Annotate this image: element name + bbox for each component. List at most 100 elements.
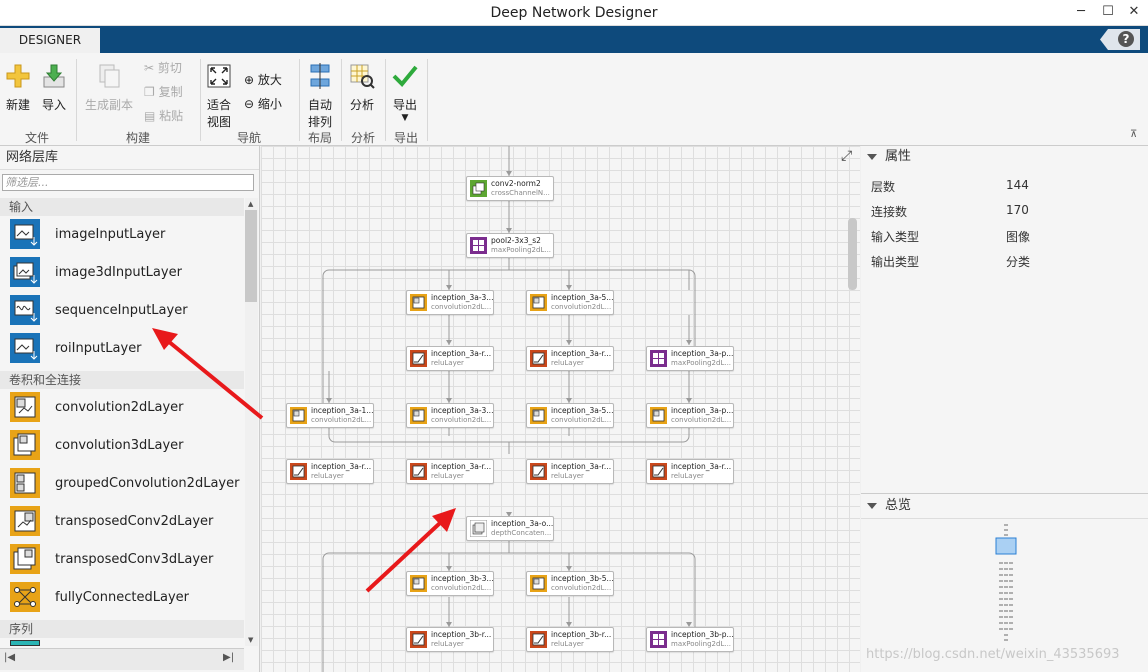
layer-node[interactable]: pool2-3x3_s2 maxPooling2dL... bbox=[466, 233, 554, 258]
library-item-imageInputLayer[interactable]: imageInputLayer bbox=[0, 216, 244, 254]
zoom-in-button[interactable]: ⊕ 放大 bbox=[244, 71, 282, 88]
library-item-sequenceInputLayer[interactable]: sequenceInputLayer bbox=[0, 292, 244, 330]
layer-node-type: reluLayer bbox=[431, 359, 464, 367]
help-icon: ? bbox=[1118, 31, 1134, 47]
library-item-groupedConvolution2dLayer[interactable]: groupedConvolution2dLayer bbox=[0, 465, 244, 503]
group-file-label: 文件 bbox=[24, 131, 49, 145]
overview-header[interactable]: 总览 bbox=[861, 495, 1148, 517]
layer-node[interactable]: inception_3a-p... maxPooling2dL... bbox=[646, 346, 734, 371]
layer-node[interactable]: inception_3b-r... reluLayer bbox=[406, 627, 494, 652]
duplicate-button[interactable]: 生成副本 bbox=[82, 63, 136, 113]
layer-node[interactable]: conv2-norm2 crossChannelN... bbox=[466, 176, 554, 201]
analyze-button[interactable]: 分析 bbox=[347, 63, 377, 113]
property-value: 144 bbox=[1006, 178, 1029, 192]
library-item-roiInputLayer[interactable]: roiInputLayer bbox=[0, 330, 244, 368]
network-canvas[interactable]: conv2-norm2 crossChannelN... pool2-3x3_s2 m… bbox=[261, 146, 860, 672]
layer-node[interactable]: inception_3a-r... reluLayer bbox=[406, 459, 494, 484]
layer-node-name: inception_3a-o... bbox=[491, 519, 554, 528]
fit-view-button[interactable]: 适合 视图 bbox=[205, 63, 233, 130]
pool-layer-icon bbox=[650, 631, 667, 648]
collapse-ribbon-icon[interactable]: ⊼ bbox=[1130, 129, 1137, 140]
overview-minimap[interactable] bbox=[991, 522, 1021, 642]
library-item-convolution2dLayer[interactable]: convolution2dLayer bbox=[0, 389, 244, 427]
title-bar: Deep Network Designer ─ ☐ ✕ bbox=[0, 0, 1148, 26]
layer-node-name: inception_3a-r... bbox=[551, 462, 612, 471]
duplicate-label: 生成副本 bbox=[84, 98, 133, 112]
close-button[interactable]: ✕ bbox=[1125, 4, 1143, 19]
scissors-icon: ✂ bbox=[144, 61, 155, 75]
layer-node[interactable]: inception_3a-p... convolution2dL... bbox=[646, 403, 734, 428]
zoom-in-label: 放大 bbox=[257, 73, 282, 87]
layer-node[interactable]: inception_3a-r... reluLayer bbox=[406, 346, 494, 371]
copy-button[interactable]: ❐ 复制 bbox=[144, 83, 183, 100]
layer-node-name: inception_3a-3... bbox=[431, 406, 494, 415]
library-item-transposedConv3dLayer[interactable]: transposedConv3dLayer bbox=[0, 541, 244, 579]
zoom-out-button[interactable]: ⊖ 缩小 bbox=[244, 95, 282, 112]
analyze-label: 分析 bbox=[349, 98, 374, 112]
scroll-down-icon[interactable]: ▼ bbox=[248, 636, 253, 644]
paste-icon: ▤ bbox=[144, 109, 156, 123]
property-value: 170 bbox=[1006, 203, 1029, 217]
library-item-convolution3dLayer[interactable]: convolution3dLayer bbox=[0, 427, 244, 465]
export-button[interactable]: 导出 ▼ bbox=[390, 63, 420, 123]
new-button[interactable]: 新建 bbox=[4, 63, 32, 113]
layer-node[interactable]: inception_3a-r... reluLayer bbox=[526, 346, 614, 371]
collapse-triangle-icon bbox=[867, 154, 877, 160]
library-item-transposedConv2dLayer[interactable]: transposedConv2dLayer bbox=[0, 503, 244, 541]
layer-node-type: convolution2dL... bbox=[311, 416, 372, 424]
ribbon-separator bbox=[76, 59, 77, 141]
duplicate-icon bbox=[99, 64, 120, 88]
minimize-button[interactable]: ─ bbox=[1072, 4, 1090, 19]
layer-node[interactable]: inception_3b-p... maxPooling2dL... bbox=[646, 627, 734, 652]
copy-icon: ❐ bbox=[144, 85, 155, 99]
layer-node[interactable]: inception_3a-r... reluLayer bbox=[646, 459, 734, 484]
right-panel: 属性 层数 144 连接数 170 输入类型 图像 输出类型 分类 总览 bbox=[861, 146, 1148, 672]
relu-layer-icon bbox=[650, 463, 667, 480]
canvas-scroll-thumb[interactable] bbox=[848, 218, 857, 290]
scroll-left-icon[interactable]: |◀ bbox=[4, 652, 15, 663]
library-vscrollbar[interactable]: ▲ ▼ bbox=[245, 198, 258, 646]
layer-node[interactable]: inception_3a-3... convolution2dL... bbox=[406, 290, 494, 315]
scroll-right-icon[interactable]: ▶| bbox=[223, 652, 234, 663]
layer-node[interactable]: inception_3a-r... reluLayer bbox=[286, 459, 374, 484]
layer-node-type: crossChannelN... bbox=[491, 189, 550, 197]
layer-node[interactable]: inception_3a-5... convolution2dL... bbox=[526, 290, 614, 315]
layer-node[interactable]: inception_3b-3... convolution2dL... bbox=[406, 571, 494, 596]
chevron-down-icon: ▼ bbox=[401, 113, 409, 123]
filter-input[interactable]: 筛选层... bbox=[2, 174, 254, 191]
import-button[interactable]: 导入 bbox=[40, 63, 68, 113]
layer-node-type: convolution2dL... bbox=[431, 416, 492, 424]
layer-node-type: convolution2dL... bbox=[551, 584, 612, 592]
layer-node-name: conv2-norm2 bbox=[491, 179, 541, 188]
layer-node-name: inception_3a-1... bbox=[311, 406, 374, 415]
expand-canvas-icon[interactable]: ⤢ bbox=[841, 148, 852, 164]
property-label: 输出类型 bbox=[871, 255, 920, 269]
layer-node[interactable]: inception_3a-1... convolution2dL... bbox=[286, 403, 374, 428]
ribbon-tab-bar: DESIGNER ? bbox=[0, 26, 1148, 53]
group-layout-label: 布局 bbox=[307, 131, 332, 145]
scroll-up-icon[interactable]: ▲ bbox=[248, 200, 253, 208]
layer-node[interactable]: inception_3b-r... reluLayer bbox=[526, 627, 614, 652]
overview-viewport[interactable] bbox=[995, 537, 1017, 555]
group-export-label: 导出 bbox=[393, 131, 418, 145]
library-scroll-thumb[interactable] bbox=[245, 210, 257, 302]
cut-button[interactable]: ✂ 剪切 bbox=[144, 59, 182, 76]
layer-node[interactable]: inception_3b-5... convolution2dL... bbox=[526, 571, 614, 596]
panel-divider[interactable] bbox=[861, 493, 1148, 494]
library-item-fullyConnectedLayer[interactable]: fullyConnectedLayer bbox=[0, 579, 244, 617]
layer-node[interactable]: inception_3a-3... convolution2dL... bbox=[406, 403, 494, 428]
library-item-image3dInputLayer[interactable]: image3dInputLayer bbox=[0, 254, 244, 292]
library-hscrollbar[interactable]: |◀ ▶| bbox=[0, 648, 244, 670]
maximize-button[interactable]: ☐ bbox=[1099, 4, 1117, 19]
conv-layer-icon bbox=[530, 575, 547, 592]
auto-arrange-icon bbox=[310, 63, 330, 89]
layer-node[interactable]: inception_3a-o... depthConcaten... bbox=[466, 516, 554, 541]
paste-button[interactable]: ▤ 粘贴 bbox=[144, 107, 183, 124]
help-button[interactable]: ? bbox=[1100, 29, 1140, 50]
auto-arrange-button[interactable]: 自动 排列 bbox=[306, 63, 334, 130]
layer-node[interactable]: inception_3a-r... reluLayer bbox=[526, 459, 614, 484]
tab-designer[interactable]: DESIGNER bbox=[0, 28, 100, 53]
layer-node-name: inception_3b-5... bbox=[551, 574, 614, 583]
layer-node[interactable]: inception_3a-5... convolution2dL... bbox=[526, 403, 614, 428]
properties-header[interactable]: 属性 bbox=[861, 146, 1148, 168]
